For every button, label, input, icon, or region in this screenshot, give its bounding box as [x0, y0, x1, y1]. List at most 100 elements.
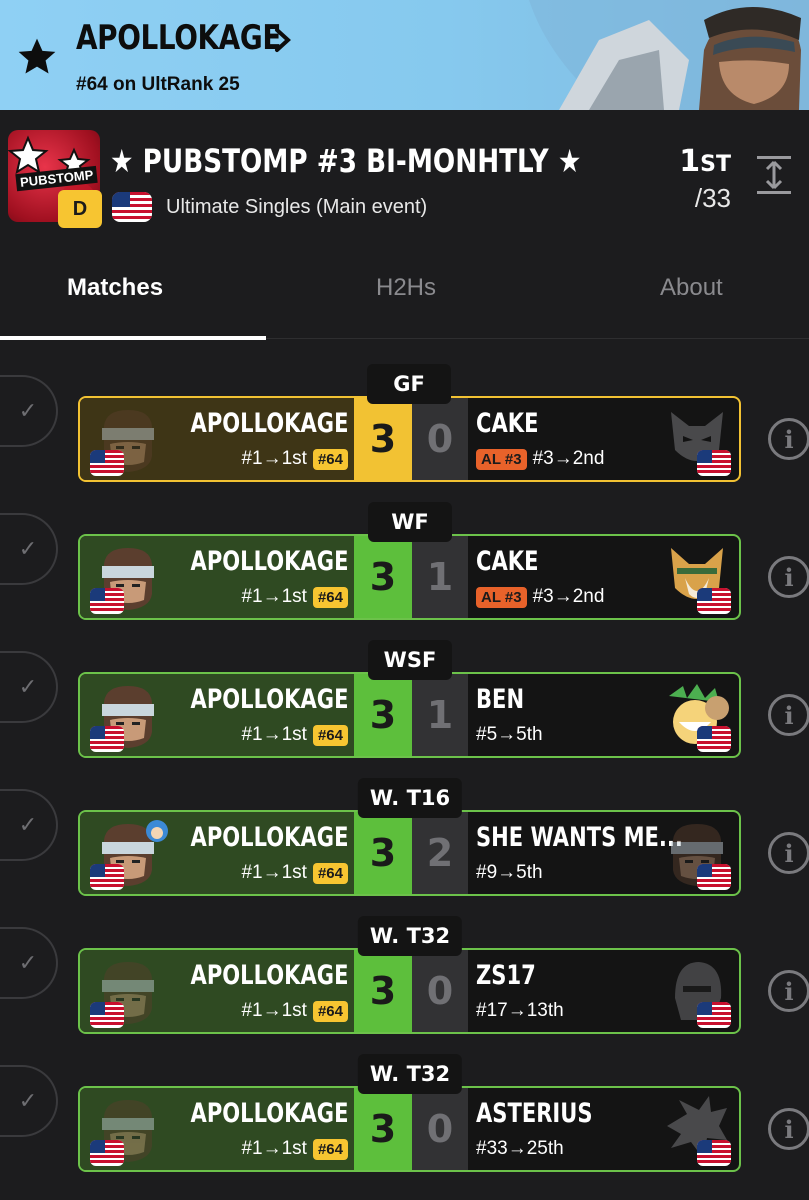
us-flag-icon	[90, 1140, 124, 1166]
loser-seed: #5→5th	[476, 724, 543, 745]
rank-badge: #64	[312, 1138, 348, 1160]
loser-name: ZS17	[476, 960, 536, 991]
us-flag-icon	[697, 864, 731, 890]
check-icon[interactable]: ✓	[0, 1065, 58, 1137]
rank-badge: #64	[312, 1000, 348, 1022]
info-icon[interactable]: i	[768, 556, 809, 598]
loser-name: BEN	[476, 684, 525, 715]
chevron-right-icon	[275, 28, 291, 52]
winner-score: 3	[354, 812, 412, 894]
us-flag-icon	[697, 588, 731, 614]
match-row[interactable]: ✓ W. T32 APOLLOKAGE #1→1st #64 3 0 ZS17	[0, 892, 809, 1034]
rank-badge: #64	[312, 862, 348, 884]
placement-rank: 1ST	[679, 144, 731, 179]
round-label: W. T32	[357, 916, 463, 956]
winner-score: 3	[354, 674, 412, 756]
loser-side: SHE WANTS ME... #9→5th	[468, 812, 739, 894]
loser-seed: #33→25th	[476, 1138, 564, 1159]
us-flag-icon	[697, 1140, 731, 1166]
expand-icon[interactable]	[755, 150, 793, 200]
check-icon[interactable]: ✓	[0, 927, 58, 999]
al-rank-badge: AL #3	[476, 448, 527, 470]
winner-score: 3	[354, 398, 412, 480]
us-flag-icon	[697, 726, 731, 752]
loser-name: CAKE	[476, 546, 539, 577]
matches-list: ✓ GF APOLLOKAGE #1→1st #64 3 0 CAKE AL #…	[0, 340, 809, 1200]
tab-matches[interactable]: Matches	[67, 274, 163, 302]
match-card[interactable]: APOLLOKAGE #1→1st #64 3 1 CAKE AL #3 #3→…	[78, 534, 741, 620]
match-card[interactable]: APOLLOKAGE #1→1st #64 3 1 BEN #5→5th	[78, 672, 741, 758]
winner-seed: #1→1st #64	[241, 448, 348, 470]
us-flag-icon	[697, 450, 731, 476]
winner-score: 3	[354, 950, 412, 1032]
tab-divider	[266, 338, 809, 339]
event-header: PUBSTOMP D ★ PUBSTOMP #3 BI-MONHTLY ★ Ul…	[0, 110, 809, 260]
us-flag-icon	[90, 726, 124, 752]
winner-side: APOLLOKAGE #1→1st #64	[80, 812, 354, 894]
winner-side: APOLLOKAGE #1→1st #64	[80, 1088, 354, 1170]
info-icon[interactable]: i	[768, 694, 809, 736]
us-flag-icon	[90, 588, 124, 614]
star-icon	[18, 38, 56, 74]
loser-seed: #17→13th	[476, 1000, 564, 1021]
match-row[interactable]: ✓ W. T16 APOLLOKAGE #1→1st #64 3 2 SHE W…	[0, 754, 809, 896]
winner-seed: #1→1st #64	[241, 1138, 348, 1160]
check-icon[interactable]: ✓	[0, 789, 58, 861]
round-label: W. T16	[357, 778, 463, 818]
match-row[interactable]: ✓ WF APOLLOKAGE #1→1st #64 3 1 CAKE AL #…	[0, 478, 809, 620]
info-icon[interactable]: i	[768, 1108, 809, 1150]
loser-side: ASTERIUS #33→25th	[468, 1088, 739, 1170]
info-icon[interactable]: i	[768, 832, 809, 874]
match-card[interactable]: APOLLOKAGE #1→1st #64 3 2 SHE WANTS ME..…	[78, 810, 741, 896]
us-flag-icon	[112, 192, 152, 222]
player-banner[interactable]: APOLLOKAGE #64 on UltRank 25	[0, 0, 809, 110]
loser-score: 0	[412, 950, 468, 1032]
winner-side: APOLLOKAGE #1→1st #64	[80, 674, 354, 756]
loser-score: 2	[412, 812, 468, 894]
placement: 1ST /33	[679, 144, 731, 214]
loser-score: 1	[412, 674, 468, 756]
match-card[interactable]: APOLLOKAGE #1→1st #64 3 0 ASTERIUS #33→2…	[78, 1086, 741, 1172]
winner-name: APOLLOKAGE	[190, 408, 348, 439]
match-row[interactable]: ✓ WSF APOLLOKAGE #1→1st #64 3 1 BEN #5→5…	[0, 616, 809, 758]
winner-score: 3	[354, 536, 412, 618]
loser-side: CAKE AL #3 #3→2nd	[468, 536, 739, 618]
check-icon[interactable]: ✓	[0, 513, 58, 585]
info-icon[interactable]: i	[768, 418, 809, 460]
winner-name: APOLLOKAGE	[190, 822, 348, 853]
winner-score: 3	[354, 1088, 412, 1170]
winner-side: APOLLOKAGE #1→1st #64	[80, 536, 354, 618]
loser-score: 1	[412, 536, 468, 618]
loser-score: 0	[412, 1088, 468, 1170]
us-flag-icon	[697, 1002, 731, 1028]
al-rank-badge: AL #3	[476, 586, 527, 608]
info-icon[interactable]: i	[768, 970, 809, 1012]
tab-h2hs[interactable]: H2Hs	[376, 274, 436, 302]
loser-seed: #9→5th	[476, 862, 543, 883]
loser-seed: AL #3 #3→2nd	[476, 586, 604, 608]
round-label: GF	[367, 364, 451, 404]
match-row[interactable]: ✓ GF APOLLOKAGE #1→1st #64 3 0 CAKE AL #…	[0, 340, 809, 482]
check-icon[interactable]: ✓	[0, 651, 58, 723]
winner-seed: #1→1st #64	[241, 586, 348, 608]
mega-man-icon	[146, 820, 168, 842]
banner-rank: #64 on UltRank 25	[76, 74, 240, 95]
loser-name: ASTERIUS	[476, 1098, 593, 1129]
loser-side: CAKE AL #3 #3→2nd	[468, 398, 739, 480]
loser-name: CAKE	[476, 408, 539, 439]
match-card[interactable]: APOLLOKAGE #1→1st #64 3 0 CAKE AL #3 #3→…	[78, 396, 741, 482]
loser-score: 0	[412, 398, 468, 480]
loser-side: ZS17 #17→13th	[468, 950, 739, 1032]
us-flag-icon	[90, 450, 124, 476]
match-card[interactable]: APOLLOKAGE #1→1st #64 3 0 ZS17 #17→13th	[78, 948, 741, 1034]
banner-player-name: APOLLOKAGE	[76, 18, 281, 58]
winner-seed: #1→1st #64	[241, 1000, 348, 1022]
winner-name: APOLLOKAGE	[190, 546, 348, 577]
check-icon[interactable]: ✓	[0, 375, 58, 447]
tab-about[interactable]: About	[660, 274, 723, 302]
match-row[interactable]: ✓ W. T32 APOLLOKAGE #1→1st #64 3 0 ASTER…	[0, 1030, 809, 1172]
rank-badge: #64	[312, 448, 348, 470]
loser-seed: AL #3 #3→2nd	[476, 448, 604, 470]
character-art	[489, 0, 809, 110]
loser-name: SHE WANTS ME...	[476, 822, 683, 853]
